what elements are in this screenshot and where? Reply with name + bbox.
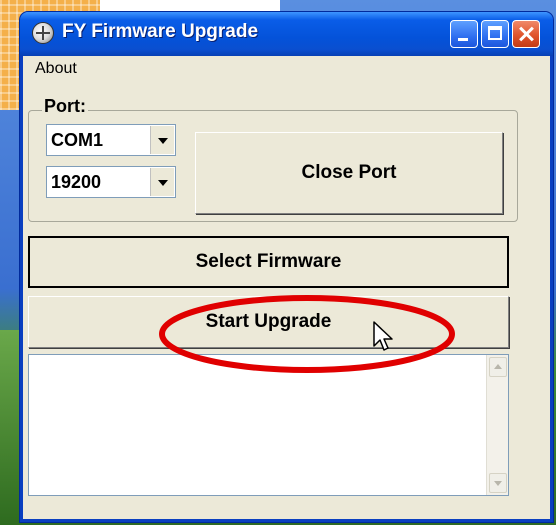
- port-select-value: COM1: [51, 130, 104, 150]
- chevron-down-icon[interactable]: [150, 126, 174, 154]
- chevron-down-icon[interactable]: [150, 168, 174, 196]
- start-upgrade-button[interactable]: Start Upgrade: [28, 296, 509, 348]
- maximize-icon[interactable]: [481, 20, 509, 48]
- window-title: FY Firmware Upgrade: [62, 21, 259, 42]
- select-firmware-button[interactable]: Select Firmware: [28, 236, 509, 288]
- scroll-up-icon[interactable]: [489, 357, 507, 377]
- port-group-label: Port:: [42, 96, 88, 117]
- port-select[interactable]: COM1: [46, 124, 176, 156]
- log-output-area[interactable]: [28, 354, 509, 496]
- title-bar[interactable]: FY Firmware Upgrade: [20, 12, 553, 56]
- log-scrollbar[interactable]: [486, 355, 508, 495]
- menu-item-about[interactable]: About: [35, 60, 77, 78]
- menu-bar: About: [23, 56, 550, 84]
- close-icon[interactable]: [512, 20, 540, 48]
- app-icon[interactable]: [32, 22, 54, 44]
- baud-rate-select-value: 19200: [51, 172, 102, 192]
- minimize-icon[interactable]: [450, 20, 478, 48]
- close-port-button[interactable]: Close Port: [195, 132, 503, 214]
- scroll-down-icon[interactable]: [489, 473, 507, 493]
- baud-rate-select[interactable]: 19200: [46, 166, 176, 198]
